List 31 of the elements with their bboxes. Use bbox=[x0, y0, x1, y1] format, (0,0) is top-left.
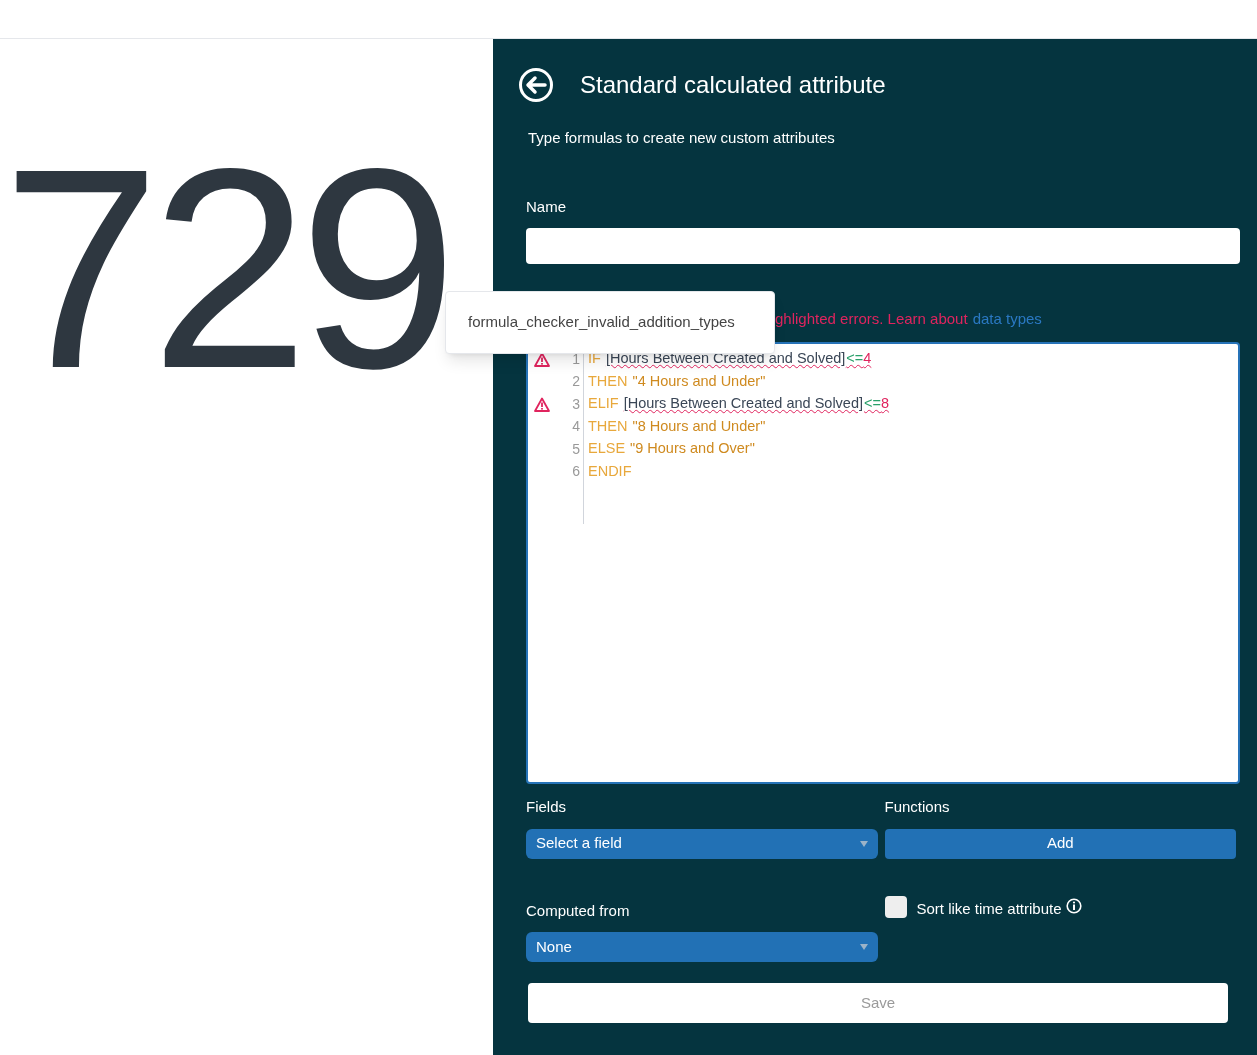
name-input-field[interactable] bbox=[526, 228, 1240, 264]
line-number: 6 bbox=[572, 462, 580, 482]
add-button[interactable]: Add bbox=[884, 828, 1236, 859]
field-dropdown[interactable]: Select a field bbox=[526, 828, 878, 859]
caret-icon bbox=[859, 944, 868, 950]
line-number: 5 bbox=[572, 439, 580, 459]
info-icon bbox=[1065, 897, 1082, 914]
panel-title: Standard calculated attribute bbox=[580, 70, 886, 100]
code-line: ELIF [Hours Between Created and Solved]<=8 bbox=[588, 394, 890, 414]
data-types-link[interactable]: data types bbox=[972, 308, 1042, 328]
warning-icon bbox=[534, 351, 550, 367]
error-tooltip: formula_checker_invalid_addition_types bbox=[445, 291, 775, 354]
code-line: ELSE "9 Hours and Over" bbox=[588, 439, 756, 459]
line-number: 3 bbox=[572, 394, 580, 414]
field-label: Fields bbox=[526, 797, 567, 817]
line-number: 4 bbox=[572, 417, 580, 437]
field-label: Functions bbox=[884, 797, 951, 817]
checkbox[interactable] bbox=[884, 895, 907, 918]
code-line: THEN "8 Hours and Under" bbox=[588, 416, 767, 436]
subtitle-text: Type formulas to create new custom attributes bbox=[528, 128, 836, 148]
line-number: 2 bbox=[572, 372, 580, 392]
computed-from-dropdown[interactable]: None bbox=[526, 932, 878, 962]
checkbox-label: Sort like time attribute bbox=[916, 898, 1062, 919]
field-label: Name bbox=[526, 196, 567, 217]
code-line: ENDIF bbox=[588, 461, 633, 481]
code-line: THEN "4 Hours and Under" bbox=[588, 371, 767, 391]
field-label: Computed from bbox=[526, 900, 631, 921]
caret-icon bbox=[859, 840, 868, 847]
big-number: 729 bbox=[2, 154, 448, 382]
error-message: ghlighted errors. Learn about bbox=[775, 309, 968, 328]
warning-icon bbox=[534, 396, 550, 412]
